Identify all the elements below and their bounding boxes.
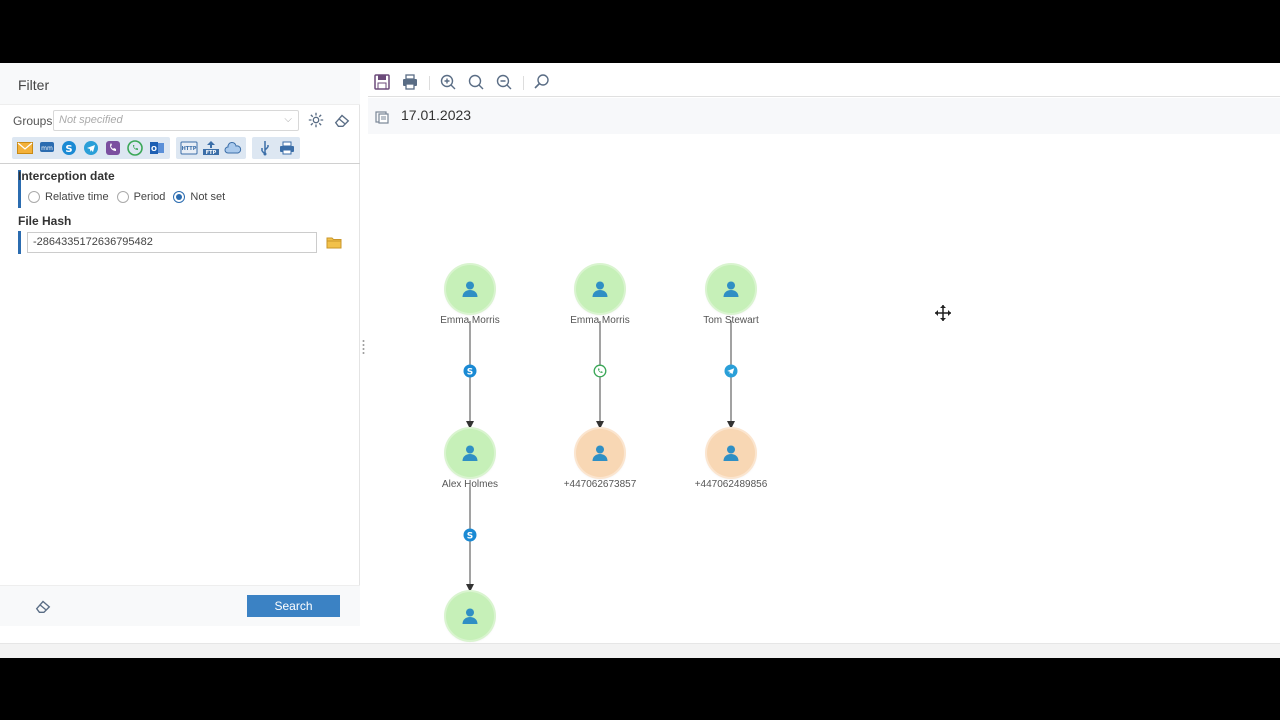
device-protocols — [252, 137, 300, 159]
graph-edges — [466, 321, 735, 592]
section-marker — [18, 231, 21, 254]
groups-select[interactable]: Not specified ⌵ — [53, 110, 299, 131]
zoom-fit-icon[interactable] — [467, 73, 485, 91]
network-protocols: HTTP FTP — [176, 137, 246, 159]
chevron-down-icon: ⌵ — [284, 114, 292, 125]
radio-relative-circle[interactable] — [28, 191, 40, 203]
svg-text:mm: mm — [41, 145, 53, 152]
svg-text:S: S — [65, 144, 72, 155]
viber-icon[interactable] — [102, 138, 124, 158]
telegram-icon[interactable] — [80, 138, 102, 158]
clear-filter-icon[interactable] — [34, 597, 52, 615]
person-icon — [723, 281, 739, 297]
date-label: 17.01.2023 — [401, 107, 472, 123]
contact-node[interactable] — [446, 265, 494, 313]
svg-text:O: O — [151, 145, 157, 153]
usb-icon[interactable] — [254, 138, 276, 158]
person-icon — [462, 445, 478, 461]
node-label: Alex Holmes — [441, 479, 499, 490]
search-button[interactable]: Search — [247, 595, 340, 617]
protocol-toolbar: mm S O HTTP FTP — [12, 137, 306, 159]
graph-canvas[interactable]: S S Emma Morris Emma Morris Tom Stewart Alex … — [368, 134, 1280, 653]
date-bar: 17.01.2023 — [368, 98, 1280, 134]
groups-label: Groups — [13, 114, 53, 128]
svg-text:S: S — [467, 368, 473, 378]
gear-icon[interactable] — [307, 111, 325, 129]
panel-splitter-handle[interactable] — [362, 339, 365, 355]
contact-node[interactable] — [707, 265, 755, 313]
radio-not-set-label: Not set — [190, 191, 226, 203]
contact-node[interactable] — [446, 592, 494, 640]
person-icon — [462, 281, 478, 297]
app-window: Filter Groups Not specified ⌵ mm S O HTT… — [0, 63, 1280, 658]
node-label: Emma Morris — [440, 315, 500, 326]
graph-toolbar — [368, 68, 1280, 97]
skype-icon[interactable]: S — [463, 364, 477, 378]
svg-text:S: S — [467, 531, 473, 541]
mms-icon[interactable]: mm — [36, 138, 58, 158]
ftp-icon[interactable]: FTP — [200, 138, 222, 158]
toolbar-separator — [523, 76, 524, 90]
outlook-icon[interactable]: O — [146, 138, 168, 158]
skype-icon[interactable]: S — [463, 528, 477, 542]
filter-header — [0, 63, 360, 105]
person-icon — [592, 281, 608, 297]
interception-date-label: Interception date — [18, 169, 115, 183]
folder-icon[interactable] — [326, 235, 342, 249]
filter-divider — [0, 163, 360, 164]
status-strip — [0, 643, 1280, 658]
radio-relative-label: Relative time — [45, 191, 109, 203]
calendar-icon — [375, 111, 389, 124]
zoom-out-icon[interactable] — [495, 73, 513, 91]
telegram-icon[interactable] — [724, 364, 738, 378]
person-icon — [592, 445, 608, 461]
phone-node[interactable] — [707, 429, 755, 477]
save-icon[interactable] — [373, 73, 391, 91]
whatsapp-icon[interactable] — [593, 364, 607, 378]
node-label: Emma Morris — [570, 315, 630, 326]
radio-period[interactable]: Period — [116, 191, 166, 203]
print-icon[interactable] — [401, 73, 419, 91]
eraser-icon[interactable] — [333, 111, 351, 129]
whatsapp-icon[interactable] — [124, 138, 146, 158]
svg-text:FTP: FTP — [206, 150, 217, 156]
find-icon[interactable] — [533, 73, 551, 91]
toolbar-separator — [429, 76, 430, 90]
cloud-icon[interactable] — [222, 138, 244, 158]
filter-panel: Filter Groups Not specified ⌵ mm S O HTT… — [0, 63, 360, 626]
email-icon[interactable] — [14, 138, 36, 158]
zoom-in-icon[interactable] — [439, 73, 457, 91]
interception-date-options: Relative time Period Not set — [28, 191, 233, 203]
svg-text:HTTP: HTTP — [182, 146, 197, 152]
phone-node[interactable] — [576, 429, 624, 477]
skype-icon[interactable]: S — [58, 138, 80, 158]
file-hash-label: File Hash — [18, 214, 72, 228]
http-icon[interactable]: HTTP — [178, 138, 200, 158]
file-hash-input[interactable]: -2864335172636795482 — [27, 232, 317, 253]
contact-node[interactable] — [446, 429, 494, 477]
messaging-protocols: mm S O — [12, 137, 170, 159]
radio-not-set[interactable]: Not set — [173, 191, 225, 203]
move-cursor-icon — [935, 305, 951, 321]
radio-relative-time[interactable]: Relative time — [28, 191, 109, 203]
contact-node[interactable] — [576, 265, 624, 313]
node-label: +447062673857 — [563, 479, 637, 490]
radio-period-circle[interactable] — [116, 191, 129, 203]
node-label: Tom Stewart — [703, 315, 759, 326]
filter-title: Filter — [18, 77, 50, 93]
printer-icon[interactable] — [276, 138, 298, 158]
person-icon — [462, 608, 478, 624]
radio-not-set-circle[interactable] — [173, 191, 186, 203]
person-icon — [723, 445, 739, 461]
radio-period-label: Period — [133, 191, 166, 203]
groups-placeholder: Not specified — [59, 114, 123, 126]
node-label: +447062489856 — [694, 479, 768, 490]
